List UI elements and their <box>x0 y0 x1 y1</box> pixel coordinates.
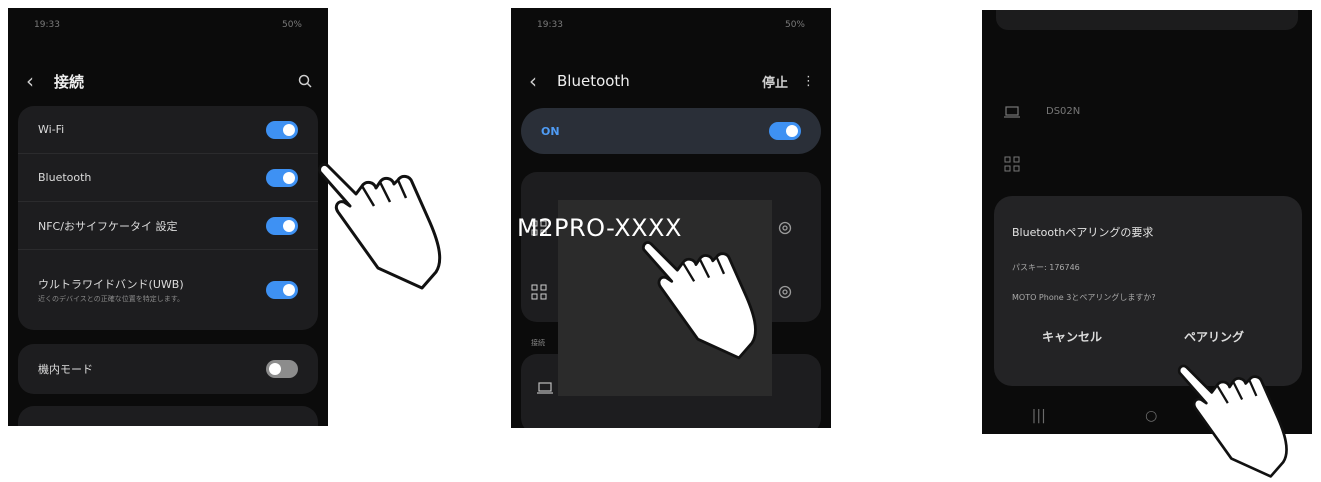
status-bar: 19:33 50% <box>537 20 805 34</box>
laptop-icon <box>1004 106 1020 118</box>
nfc-toggle[interactable] <box>266 216 298 235</box>
row-label: NFC/おサイフケータイ 設定 <box>38 219 178 233</box>
section-label: 接続 <box>531 339 545 347</box>
device-grid-icon <box>531 284 547 300</box>
status-time: 19:33 <box>34 20 60 30</box>
row-label: 機内モード <box>38 363 93 376</box>
bluetooth-toggle[interactable] <box>769 122 801 140</box>
row-bluetooth[interactable]: Bluetooth <box>18 154 318 202</box>
row-uwb[interactable]: ウルトラワイドバンド(UWB) 近くのデバイスとの正確な位置を特定します。 <box>18 250 318 330</box>
background-device-name: DS02N <box>1046 106 1081 117</box>
bluetooth-master-switch[interactable]: ON <box>521 108 821 154</box>
pointing-hand-icon <box>641 241 757 360</box>
pair-button[interactable]: ペアリング <box>1184 328 1244 345</box>
cancel-button[interactable]: キャンセル <box>1042 328 1102 345</box>
connections-card: Wi-Fi Bluetooth NFC/おサイフケータイ 設定 ウルトラワイドバ… <box>18 106 318 330</box>
row-label: Bluetooth <box>38 171 92 184</box>
search-icon[interactable] <box>298 74 312 88</box>
bluetooth-toggle[interactable] <box>266 168 298 187</box>
gear-icon[interactable] <box>777 220 793 236</box>
row-sublabel: 近くのデバイスとの正確な位置を特定します。 <box>38 295 185 303</box>
back-arrow-icon[interactable]: ‹ <box>529 71 551 91</box>
row-wifi[interactable]: Wi-Fi <box>18 106 318 154</box>
app-bar: ‹ 接続 <box>26 68 312 94</box>
dialog-title: Bluetoothペアリングの要求 <box>1012 226 1154 239</box>
device-grid-icon <box>1004 156 1020 172</box>
recents-icon[interactable]: ||| <box>1032 408 1046 424</box>
row-label: ウルトラワイドバンド(UWB) <box>38 278 184 291</box>
status-time: 19:33 <box>537 20 563 30</box>
status-battery: 50% <box>281 20 302 30</box>
wifi-toggle[interactable] <box>266 120 298 139</box>
row-nfc[interactable]: NFC/おサイフケータイ 設定 <box>18 202 318 250</box>
pairing-dialog: Bluetoothペアリングの要求 パスキー: 176746 MOTO Phon… <box>994 196 1302 386</box>
pointing-hand-icon <box>318 162 442 290</box>
status-bar: 19:33 50% <box>34 20 302 34</box>
app-bar: ‹ Bluetooth 停止 ⋮ <box>529 68 815 94</box>
more-icon[interactable]: ⋮ <box>802 74 815 89</box>
more-card <box>18 406 318 426</box>
airplane-card: 機内モード <box>18 344 318 394</box>
passkey-text: パスキー: 176746 <box>1012 263 1080 272</box>
pairing-question: MOTO Phone 3とペアリングしますか? <box>1012 293 1156 302</box>
screen-connections: 19:33 50% ‹ 接続 Wi-Fi Bluetooth NFC/おサイフケ… <box>8 8 328 426</box>
row-airplane[interactable]: 機内モード <box>18 344 318 394</box>
page-title: Bluetooth <box>557 72 630 90</box>
back-arrow-icon[interactable]: ‹ <box>26 71 48 91</box>
row-label: Wi-Fi <box>38 123 65 136</box>
pointing-hand-icon <box>1177 364 1288 478</box>
uwb-toggle[interactable] <box>266 281 298 299</box>
stop-button[interactable]: 停止 <box>762 72 788 91</box>
top-card <box>996 10 1298 30</box>
on-label: ON <box>541 124 560 138</box>
home-icon[interactable]: ○ <box>1145 408 1157 424</box>
status-battery: 50% <box>784 20 805 30</box>
laptop-icon <box>537 382 553 394</box>
airplane-toggle[interactable] <box>266 360 298 378</box>
page-title: 接続 <box>54 72 85 91</box>
